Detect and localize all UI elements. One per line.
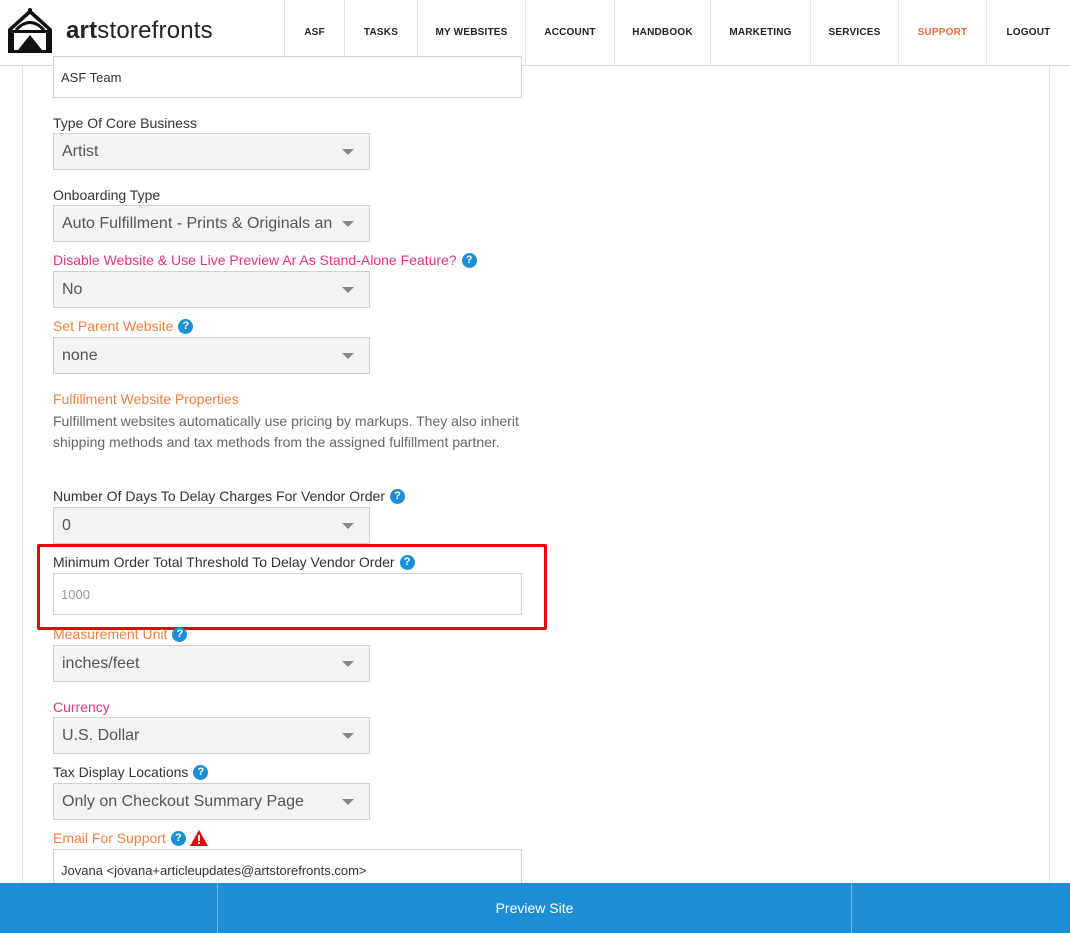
team-name-field[interactable]: ASF Team bbox=[53, 56, 522, 98]
core-business-value: Artist bbox=[62, 142, 99, 160]
disable-website-value: No bbox=[62, 280, 83, 298]
onboarding-type-label: Onboarding Type bbox=[53, 187, 161, 203]
tax-display-value: Only on Checkout Summary Page bbox=[62, 792, 304, 810]
chevron-down-icon bbox=[342, 352, 354, 359]
help-icon[interactable]: ? bbox=[170, 830, 186, 846]
nav-services[interactable]: SERVICES bbox=[810, 0, 898, 65]
highlight-box bbox=[37, 544, 547, 630]
support-email-value: Jovana <jovana+articleupdates@artstorefr… bbox=[61, 863, 367, 878]
nav-support[interactable]: SUPPORT bbox=[898, 0, 986, 65]
preview-site-button[interactable]: Preview Site bbox=[218, 883, 852, 933]
nav-marketing[interactable]: MARKETING bbox=[710, 0, 810, 65]
logo-wordmark: artstorefronts bbox=[66, 17, 213, 44]
fulfillment-description: Fulfillment websites automatically use p… bbox=[53, 413, 519, 450]
bottom-bar-left-segment[interactable] bbox=[0, 883, 218, 933]
parent-website-label: Set Parent Website ? bbox=[53, 317, 194, 335]
tax-display-label: Tax Display Locations ? bbox=[53, 763, 209, 781]
delay-days-label: Number Of Days To Delay Charges For Vend… bbox=[53, 487, 405, 505]
tax-display-select[interactable]: Only on Checkout Summary Page bbox=[53, 783, 370, 820]
measurement-unit-value: inches/feet bbox=[62, 654, 140, 672]
help-icon[interactable]: ? bbox=[193, 764, 209, 780]
measurement-unit-label: Measurement Unit ? bbox=[53, 625, 188, 643]
help-icon[interactable]: ? bbox=[461, 252, 477, 268]
chevron-down-icon bbox=[342, 732, 354, 739]
core-business-select[interactable]: Artist bbox=[53, 133, 370, 170]
fulfillment-heading: Fulfillment Website Properties bbox=[53, 391, 239, 407]
nav-logout[interactable]: LOGOUT bbox=[986, 0, 1070, 65]
delay-days-select[interactable]: 0 bbox=[53, 507, 370, 544]
chevron-down-icon bbox=[342, 798, 354, 805]
chevron-down-icon bbox=[342, 286, 354, 293]
parent-website-value: none bbox=[62, 346, 98, 364]
help-icon[interactable]: ? bbox=[390, 488, 405, 504]
currency-select[interactable]: U.S. Dollar bbox=[53, 717, 370, 754]
parent-website-select[interactable]: none bbox=[53, 337, 370, 374]
help-icon[interactable]: ? bbox=[178, 318, 194, 334]
artstorefronts-logo[interactable]: artstorefronts bbox=[6, 7, 213, 55]
warning-icon bbox=[189, 830, 208, 846]
bottom-action-bar: Preview Site bbox=[0, 883, 1070, 933]
chevron-down-icon bbox=[342, 220, 354, 227]
chevron-down-icon bbox=[342, 148, 354, 155]
help-icon[interactable]: ? bbox=[172, 626, 188, 642]
chevron-down-icon bbox=[342, 522, 354, 529]
nav-handbook[interactable]: HANDBOOK bbox=[614, 0, 710, 65]
tent-logo-icon bbox=[8, 8, 52, 53]
support-email-label: Email For Support ? bbox=[53, 829, 208, 847]
nav-account[interactable]: ACCOUNT bbox=[525, 0, 614, 65]
onboarding-type-value: Auto Fulfillment - Prints & Originals an… bbox=[62, 214, 332, 232]
bottom-bar-right-segment[interactable] bbox=[852, 883, 1070, 933]
disable-website-select[interactable]: No bbox=[53, 271, 370, 308]
currency-label: Currency bbox=[53, 699, 110, 715]
measurement-unit-select[interactable]: inches/feet bbox=[53, 645, 370, 682]
delay-days-value: 0 bbox=[62, 516, 71, 534]
onboarding-type-select[interactable]: Auto Fulfillment - Prints & Originals an… bbox=[53, 205, 370, 242]
disable-website-label: Disable Website & Use Live Preview Ar As… bbox=[53, 251, 477, 269]
team-name-value: ASF Team bbox=[61, 69, 122, 85]
core-business-label: Type Of Core Business bbox=[53, 115, 197, 131]
currency-value: U.S. Dollar bbox=[62, 726, 140, 744]
chevron-down-icon bbox=[342, 660, 354, 667]
content-frame bbox=[22, 66, 1050, 883]
